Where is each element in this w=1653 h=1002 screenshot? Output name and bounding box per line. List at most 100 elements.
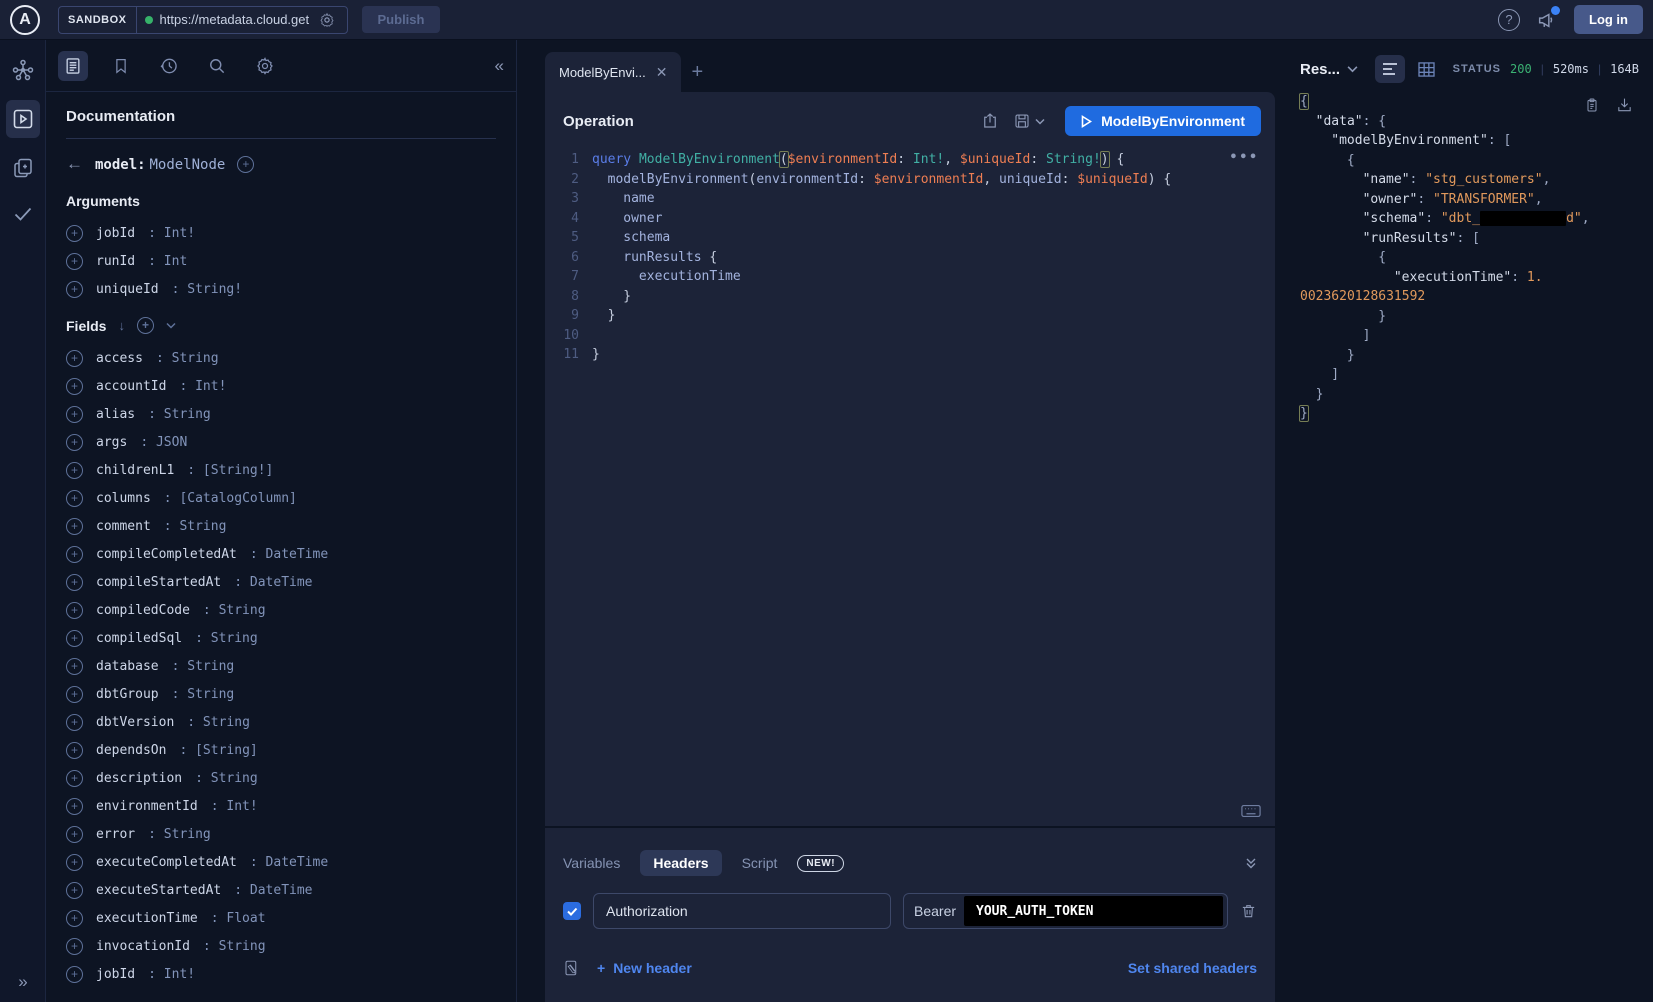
share-operation-icon[interactable] xyxy=(981,112,999,130)
add-field-icon[interactable]: + xyxy=(66,490,83,507)
fields-menu-chevron-icon[interactable] xyxy=(166,322,176,329)
field-row[interactable]: +compileStartedAt: DateTime xyxy=(66,568,496,596)
save-menu-chevron-icon[interactable] xyxy=(1035,118,1045,125)
add-field-icon[interactable]: + xyxy=(66,910,83,927)
response-json[interactable]: {"data": {"modelByEnvironment": [{"name"… xyxy=(1300,92,1639,1002)
add-field-icon[interactable]: + xyxy=(66,406,83,423)
field-type[interactable]: : String xyxy=(172,659,235,674)
new-header-button[interactable]: + New header xyxy=(597,960,692,976)
field-row[interactable]: +dbtVersion: String xyxy=(66,708,496,736)
table-view-icon[interactable] xyxy=(1411,55,1441,83)
add-field-icon[interactable]: + xyxy=(66,630,83,647)
sort-fields-icon[interactable]: ↓ xyxy=(118,318,125,333)
field-type[interactable]: : String xyxy=(148,827,211,842)
add-field-icon[interactable]: + xyxy=(66,225,83,242)
field-type[interactable]: : DateTime xyxy=(234,883,312,898)
field-type[interactable]: : String xyxy=(203,603,266,618)
login-button[interactable]: Log in xyxy=(1574,5,1643,34)
back-arrow-icon[interactable]: ← xyxy=(66,154,83,174)
add-field-icon[interactable]: + xyxy=(66,602,83,619)
run-operation-button[interactable]: ModelByEnvironment xyxy=(1065,106,1261,136)
add-all-fields-icon[interactable]: + xyxy=(137,317,154,334)
add-field-icon[interactable]: + xyxy=(66,462,83,479)
add-field-icon[interactable]: + xyxy=(66,546,83,563)
add-field-icon[interactable]: + xyxy=(66,658,83,675)
collapse-panel-icon[interactable] xyxy=(1245,857,1257,869)
close-tab-icon[interactable]: ✕ xyxy=(656,64,668,81)
set-shared-headers-link[interactable]: Set shared headers xyxy=(1128,960,1257,976)
explorer-icon[interactable] xyxy=(6,100,40,138)
argument-row[interactable]: +uniqueId: String! xyxy=(66,275,496,303)
field-type[interactable]: : String xyxy=(195,631,258,646)
field-type[interactable]: : String xyxy=(164,519,227,534)
field-row[interactable]: +compiledSql: String xyxy=(66,624,496,652)
field-row[interactable]: +compiledCode: String xyxy=(66,596,496,624)
schema-graph-icon[interactable] xyxy=(7,54,39,86)
explorer-settings-gear-icon[interactable] xyxy=(250,51,280,81)
add-field-icon[interactable]: + xyxy=(66,350,83,367)
add-field-icon[interactable]: + xyxy=(66,798,83,815)
add-field-icon[interactable]: + xyxy=(66,253,83,270)
field-type[interactable]: : DateTime xyxy=(234,575,312,590)
field-type[interactable]: : String xyxy=(156,351,219,366)
field-row[interactable]: +childrenL1: [String!] xyxy=(66,456,496,484)
field-type[interactable]: : String xyxy=(195,771,258,786)
field-type[interactable]: : [CatalogColumn] xyxy=(164,491,297,506)
field-row[interactable]: +accountId: Int! xyxy=(66,372,496,400)
endpoint-url[interactable]: https://metadata.cloud.get xyxy=(160,12,312,27)
save-operation-icon[interactable] xyxy=(1013,112,1031,130)
add-field-icon[interactable]: + xyxy=(66,882,83,899)
field-row[interactable]: +description: String xyxy=(66,764,496,792)
field-type[interactable]: : String! xyxy=(172,282,242,297)
field-row[interactable]: +executeStartedAt: DateTime xyxy=(66,876,496,904)
add-field-icon[interactable]: + xyxy=(66,686,83,703)
field-row[interactable]: +access: String xyxy=(66,344,496,372)
field-type[interactable]: : String xyxy=(172,687,235,702)
field-type[interactable]: : String xyxy=(148,407,211,422)
copy-response-icon[interactable] xyxy=(1584,96,1600,114)
field-type[interactable]: : JSON xyxy=(140,435,187,450)
field-row[interactable]: +error: String xyxy=(66,820,496,848)
field-type[interactable]: : Int! xyxy=(148,226,195,241)
field-type[interactable]: : [String] xyxy=(179,743,257,758)
editor-more-options-icon[interactable]: ••• xyxy=(1230,148,1259,168)
add-field-icon[interactable]: + xyxy=(66,281,83,298)
field-row[interactable]: +invocationId: String xyxy=(66,932,496,960)
edit-headers-icon[interactable] xyxy=(563,959,581,977)
field-row[interactable]: +dependsOn: [String] xyxy=(66,736,496,764)
field-type[interactable]: : DateTime xyxy=(250,855,328,870)
argument-row[interactable]: +jobId: Int! xyxy=(66,219,496,247)
field-row[interactable]: +executeCompletedAt: DateTime xyxy=(66,848,496,876)
field-row[interactable]: +executionTime: Float xyxy=(66,904,496,932)
field-row[interactable]: +alias: String xyxy=(66,400,496,428)
field-row[interactable]: +columns: [CatalogColumn] xyxy=(66,484,496,512)
endpoint-input[interactable]: https://metadata.cloud.get xyxy=(137,12,347,28)
field-type[interactable]: : String xyxy=(203,939,266,954)
add-field-icon[interactable]: + xyxy=(66,574,83,591)
tab-script[interactable]: Script xyxy=(742,855,778,871)
add-field-icon[interactable]: + xyxy=(66,826,83,843)
model-type-link[interactable]: ModelNode xyxy=(149,157,225,173)
publish-button[interactable]: Publish xyxy=(362,6,441,33)
query-editor[interactable]: ••• 1query ModelByEnvironment($environme… xyxy=(545,142,1275,826)
field-row[interactable]: +jobId: Int! xyxy=(66,960,496,988)
add-type-icon[interactable]: + xyxy=(237,156,254,173)
add-field-icon[interactable]: + xyxy=(66,742,83,759)
field-type[interactable]: : Int! xyxy=(179,379,226,394)
checks-icon[interactable] xyxy=(7,198,39,230)
raw-view-icon[interactable] xyxy=(1375,55,1405,83)
search-icon[interactable] xyxy=(202,51,232,81)
header-key-input[interactable]: Authorization xyxy=(593,893,891,929)
field-type[interactable]: : Int! xyxy=(211,799,258,814)
field-type[interactable]: : [String!] xyxy=(187,463,273,478)
argument-row[interactable]: +runId: Int xyxy=(66,247,496,275)
operation-tab[interactable]: ModelByEnvi... ✕ xyxy=(545,52,681,92)
field-row[interactable]: +comment: String xyxy=(66,512,496,540)
field-row[interactable]: +args: JSON xyxy=(66,428,496,456)
field-row[interactable]: +compileCompletedAt: DateTime xyxy=(66,540,496,568)
delete-header-trash-icon[interactable] xyxy=(1240,902,1257,920)
expand-rail-icon[interactable]: » xyxy=(0,972,46,992)
endpoint-settings-gear-icon[interactable] xyxy=(319,12,335,28)
field-type[interactable]: : DateTime xyxy=(250,547,328,562)
add-field-icon[interactable]: + xyxy=(66,434,83,451)
